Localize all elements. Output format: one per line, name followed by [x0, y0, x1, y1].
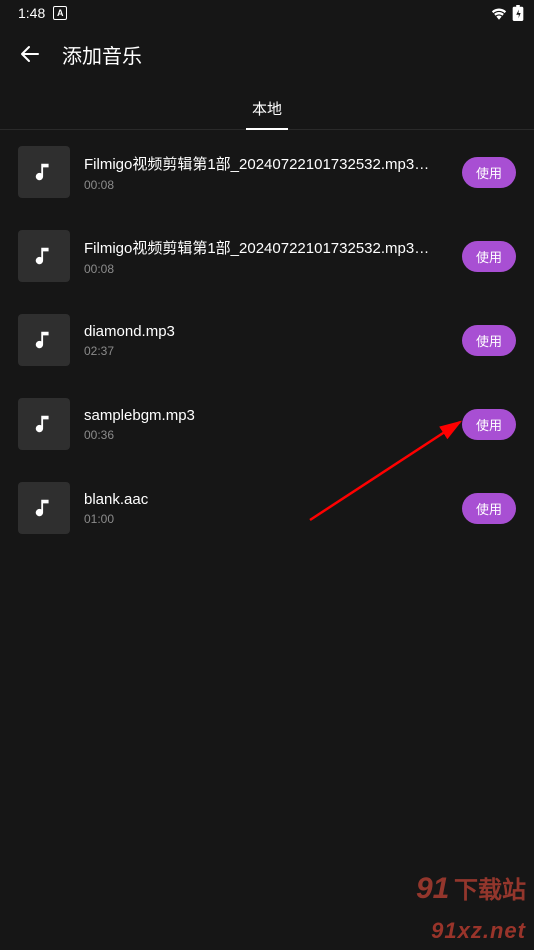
music-note-icon	[33, 161, 55, 183]
music-thumb	[18, 146, 70, 198]
music-duration: 01:00	[84, 512, 448, 526]
music-note-icon	[33, 329, 55, 351]
header: 添加音乐	[0, 26, 534, 82]
music-duration: 00:08	[84, 262, 448, 276]
tab-local[interactable]: 本地	[240, 98, 294, 129]
list-item[interactable]: Filmigo视频剪辑第1部_20240722101732532.mp3… 00…	[0, 214, 534, 298]
music-title: blank.aac	[84, 491, 444, 508]
svg-text:91: 91	[416, 872, 449, 905]
music-title: Filmigo视频剪辑第1部_20240722101732532.mp3…	[84, 153, 444, 174]
use-button[interactable]: 使用	[462, 325, 516, 356]
watermark-logo-icon: 91 下载站	[416, 872, 526, 916]
use-button[interactable]: 使用	[462, 409, 516, 440]
list-item[interactable]: samplebgm.mp3 00:36 使用	[0, 382, 534, 466]
music-note-icon	[33, 413, 55, 435]
music-duration: 00:08	[84, 178, 448, 192]
list-item[interactable]: diamond.mp3 02:37 使用	[0, 298, 534, 382]
music-thumb	[18, 230, 70, 282]
use-button[interactable]: 使用	[462, 157, 516, 188]
status-time: 1:48	[18, 5, 45, 21]
music-note-icon	[33, 245, 55, 267]
tabs: 本地	[0, 82, 534, 130]
music-duration: 02:37	[84, 344, 448, 358]
music-thumb	[18, 482, 70, 534]
status-icons	[490, 5, 524, 21]
music-thumb	[18, 398, 70, 450]
watermark: 91 下载站 91xz.net	[416, 872, 526, 942]
status-bar: 1:48 A	[0, 0, 534, 26]
music-title: Filmigo视频剪辑第1部_20240722101732532.mp3…	[84, 237, 444, 258]
back-icon[interactable]	[18, 42, 42, 66]
music-duration: 00:36	[84, 428, 448, 442]
watermark-url: 91xz.net	[416, 920, 526, 942]
page-title: 添加音乐	[62, 40, 142, 69]
list-item[interactable]: blank.aac 01:00 使用	[0, 466, 534, 550]
music-note-icon	[33, 497, 55, 519]
use-button[interactable]: 使用	[462, 241, 516, 272]
music-thumb	[18, 314, 70, 366]
svg-text:下载站: 下载站	[454, 877, 526, 904]
list-item[interactable]: Filmigo视频剪辑第1部_20240722101732532.mp3… 00…	[0, 130, 534, 214]
music-list: Filmigo视频剪辑第1部_20240722101732532.mp3… 00…	[0, 130, 534, 550]
wifi-icon	[490, 6, 508, 20]
status-badge-icon: A	[53, 6, 67, 20]
use-button[interactable]: 使用	[462, 493, 516, 524]
music-title: samplebgm.mp3	[84, 407, 444, 424]
music-title: diamond.mp3	[84, 323, 444, 340]
battery-icon	[512, 5, 524, 21]
